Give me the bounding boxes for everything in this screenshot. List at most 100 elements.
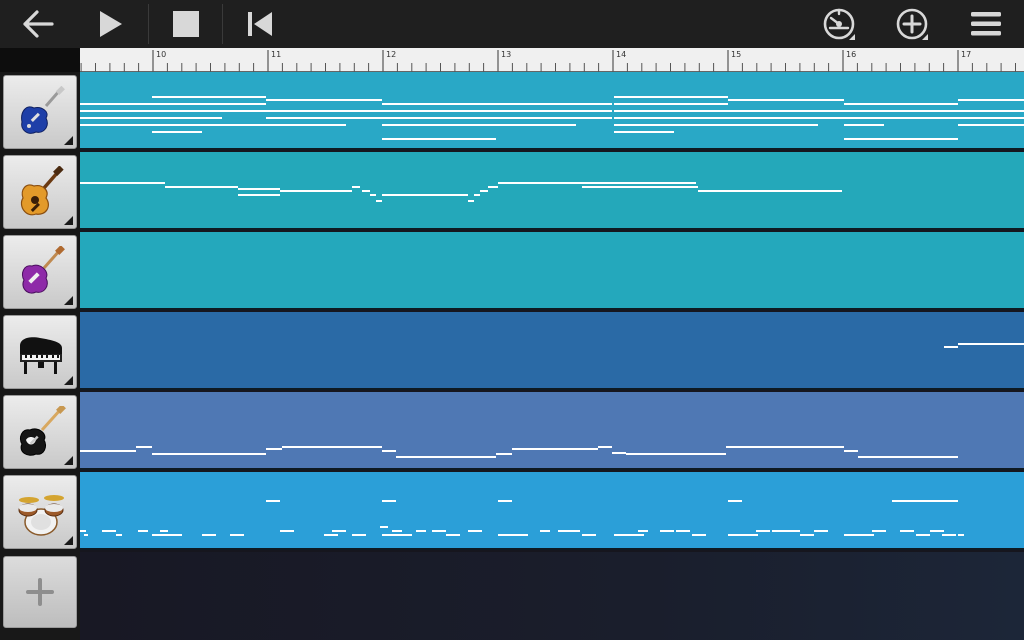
dropdown-corner-indicator (849, 34, 855, 40)
midi-note (728, 117, 844, 119)
midi-note (958, 110, 1024, 112)
dropdown-corner-indicator (922, 34, 928, 40)
midi-note (570, 530, 580, 532)
midi-note (786, 530, 800, 532)
track-lane-electric-guitar-purple[interactable] (80, 232, 1024, 310)
skip-to-start-icon (248, 12, 272, 36)
track-button-drum-kit[interactable] (3, 475, 77, 549)
note-region (944, 343, 1024, 348)
midi-note (558, 530, 572, 532)
midi-note (692, 534, 706, 536)
track-button-electric-guitar-purple[interactable] (3, 235, 77, 309)
track-lanes (80, 72, 1024, 640)
tempo-button[interactable] (815, 4, 863, 44)
midi-note (280, 190, 352, 192)
midi-note (238, 188, 280, 190)
drums-icon (18, 495, 64, 536)
note-region (80, 96, 1024, 140)
ruler-bar-label: 10 (156, 50, 166, 59)
track-lane-grand-piano[interactable] (80, 312, 1024, 390)
midi-note (872, 530, 886, 532)
midi-note (432, 530, 446, 532)
app-window: 10 11 12 13 14 15 16 17 (0, 0, 1024, 640)
midi-note (614, 124, 728, 126)
track-lane-bass-guitar[interactable] (80, 392, 1024, 470)
ruler-corner (0, 48, 80, 72)
ruler-bar-label: 17 (961, 50, 971, 59)
midi-note (496, 110, 612, 112)
track-button-grand-piano[interactable] (3, 315, 77, 389)
timeline-ruler[interactable]: 10 11 12 13 14 15 16 17 (80, 48, 1024, 72)
midi-note (676, 530, 690, 532)
play-button[interactable] (86, 4, 134, 44)
track-button-acoustic-guitar[interactable] (3, 155, 77, 229)
midi-note (942, 534, 956, 536)
midi-note (496, 117, 612, 119)
midi-note (480, 190, 488, 192)
midi-note (382, 138, 496, 140)
bass-guitar-icon (19, 406, 66, 456)
back-button[interactable] (14, 4, 62, 44)
midi-note (396, 456, 496, 458)
track-menu-indicator (64, 296, 73, 305)
empty-track-area[interactable] (80, 552, 1024, 640)
midi-note (496, 453, 512, 455)
midi-note (382, 103, 498, 105)
midi-note (332, 530, 346, 532)
play-icon (100, 11, 122, 37)
add-track-button[interactable] (3, 556, 77, 628)
midi-note (772, 530, 786, 532)
guitar-purple-icon (21, 246, 65, 294)
stop-button[interactable] (162, 4, 210, 44)
toolbar-divider (222, 4, 223, 44)
track-button-bass-guitar[interactable] (3, 395, 77, 469)
midi-note (496, 103, 612, 105)
midi-note (382, 500, 396, 502)
midi-note (362, 190, 370, 192)
midi-note (80, 182, 165, 184)
midi-note (376, 200, 382, 202)
arrow-left-icon (23, 10, 54, 38)
rewind-button[interactable] (236, 4, 284, 44)
midi-note (352, 534, 366, 536)
midi-note (958, 343, 1024, 345)
midi-note (614, 117, 728, 119)
midi-note (382, 124, 498, 126)
midi-note (324, 534, 338, 536)
midi-note (152, 117, 222, 119)
track-lane-electric-guitar-blue[interactable] (80, 72, 1024, 150)
midi-note (152, 96, 266, 98)
midi-note (80, 110, 152, 112)
menu-button[interactable] (962, 4, 1010, 44)
midi-note (496, 124, 576, 126)
midi-note (152, 534, 182, 536)
midi-note (598, 446, 612, 448)
midi-note (844, 103, 958, 105)
midi-note (844, 110, 958, 112)
midi-note (136, 446, 152, 448)
midi-note (152, 110, 266, 112)
midi-note (446, 534, 460, 536)
midi-note (80, 450, 136, 452)
midi-note (352, 186, 360, 188)
midi-note (728, 99, 844, 101)
track-lane-drum-kit[interactable] (80, 472, 1024, 550)
track-menu-indicator (64, 136, 73, 145)
track-sidebar (0, 72, 80, 640)
menu-icon (971, 12, 1001, 36)
track-lane-acoustic-guitar[interactable] (80, 152, 1024, 230)
track-button-electric-guitar-blue[interactable] (3, 75, 77, 149)
midi-note (370, 194, 376, 196)
midi-note (266, 99, 382, 101)
midi-note (844, 124, 884, 126)
midi-note (266, 500, 280, 502)
midi-note (416, 530, 426, 532)
midi-note (612, 452, 626, 454)
add-button[interactable] (888, 4, 936, 44)
toolbar (0, 0, 1024, 48)
midi-note (660, 530, 674, 532)
midi-note (728, 110, 844, 112)
midi-note (728, 534, 758, 536)
piano-icon (20, 337, 62, 374)
midi-note (930, 530, 944, 532)
